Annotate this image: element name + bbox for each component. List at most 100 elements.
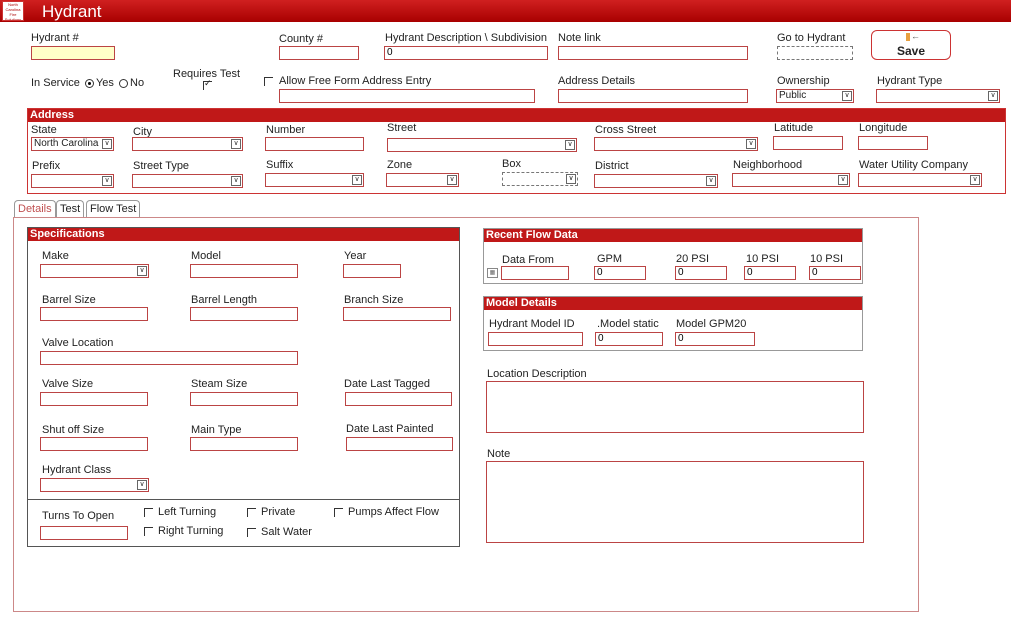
free-form-checkbox[interactable]: [264, 75, 278, 87]
yes-radio-label: Yes: [95, 77, 114, 89]
chevron-down-icon: ∨: [231, 139, 241, 149]
description-label: Hydrant Description \ Subdivision: [385, 32, 548, 44]
right-turning-checkbox[interactable]: Right Turning: [144, 525, 223, 537]
shut-off-size-input[interactable]: [40, 437, 148, 451]
date-last-tagged-input[interactable]: [345, 392, 452, 406]
barrel-length-label: Barrel Length: [191, 294, 258, 306]
yes-radio[interactable]: [84, 78, 94, 88]
water-utility-select[interactable]: ∨: [858, 173, 982, 187]
ownership-select[interactable]: Public ∨: [776, 89, 854, 103]
note-link-input[interactable]: [558, 46, 748, 60]
district-select[interactable]: ∨: [594, 174, 718, 188]
county-label: County #: [279, 33, 324, 45]
calendar-icon[interactable]: ▦: [487, 268, 498, 278]
date-last-tagged-label: Date Last Tagged: [344, 378, 431, 390]
chevron-down-icon: ∨: [838, 175, 848, 185]
in-service-label: In Service Yes No: [31, 77, 144, 89]
barrel-size-label: Barrel Size: [42, 294, 96, 306]
address-details-label: Address Details: [558, 75, 636, 87]
neighborhood-label: Neighborhood: [733, 159, 803, 171]
longitude-input[interactable]: [858, 136, 928, 150]
chevron-down-icon: ∨: [447, 175, 457, 185]
model-input[interactable]: [190, 264, 298, 278]
no-radio-label: No: [130, 77, 145, 89]
year-input[interactable]: [343, 264, 401, 278]
data-from-input[interactable]: [501, 266, 569, 280]
zone-select[interactable]: ∨: [386, 173, 459, 187]
private-checkbox[interactable]: Private: [247, 506, 295, 518]
cross-street-select[interactable]: ∨: [594, 137, 758, 151]
prefix-select[interactable]: ∨: [31, 174, 114, 188]
pumps-affect-flow-checkbox[interactable]: Pumps Affect Flow: [334, 506, 439, 518]
description-input[interactable]: 0: [384, 46, 548, 60]
neighborhood-select[interactable]: ∨: [732, 173, 850, 187]
model-gpm20-input[interactable]: 0: [675, 332, 755, 346]
longitude-label: Longitude: [859, 122, 908, 134]
county-input[interactable]: [279, 46, 359, 60]
prefix-label: Prefix: [32, 160, 61, 172]
date-last-painted-input[interactable]: [346, 437, 453, 451]
suffix-label: Suffix: [266, 159, 294, 171]
location-description-label: Location Description: [487, 368, 587, 380]
chevron-down-icon: ∨: [102, 176, 112, 186]
ownership-label: Ownership: [777, 75, 830, 87]
in-service-text: In Service: [31, 77, 80, 89]
valve-location-input[interactable]: [40, 351, 298, 365]
main-type-input[interactable]: [190, 437, 298, 451]
barrel-length-input[interactable]: [190, 307, 298, 321]
street-select[interactable]: ∨: [387, 138, 577, 152]
box-select[interactable]: ∨: [502, 172, 578, 186]
salt-water-label: Salt Water: [261, 526, 312, 538]
model-id-input[interactable]: [488, 332, 583, 346]
psi20-input[interactable]: 0: [675, 266, 727, 280]
number-input[interactable]: [265, 137, 364, 151]
psi10a-input[interactable]: 0: [744, 266, 796, 280]
district-label: District: [595, 160, 629, 172]
valve-size-input[interactable]: [40, 392, 148, 406]
no-radio[interactable]: [119, 78, 128, 88]
free-form-check-box[interactable]: [264, 76, 273, 86]
make-select[interactable]: ∨: [40, 264, 149, 278]
gpm-input[interactable]: 0: [594, 266, 646, 280]
location-description-textarea[interactable]: [486, 381, 864, 433]
go-to-hydrant-label: Go to Hydrant: [777, 32, 846, 44]
chevron-down-icon: ∨: [565, 140, 575, 150]
tab-flow-test[interactable]: Flow Test: [86, 200, 141, 217]
model-gpm20-label: Model GPM20: [676, 318, 747, 330]
model-static-input[interactable]: 0: [595, 332, 663, 346]
street-label: Street: [387, 122, 417, 134]
hydrant-class-select[interactable]: ∨: [40, 478, 149, 492]
water-utility-label: Water Utility Company: [859, 159, 969, 171]
model-label: Model: [191, 250, 221, 262]
city-select[interactable]: ∨: [132, 137, 243, 151]
hydrant-number-input[interactable]: [31, 46, 115, 60]
tab-details[interactable]: Details: [14, 200, 56, 217]
hydrant-type-select[interactable]: ∨: [876, 89, 1000, 103]
go-to-hydrant-select[interactable]: [777, 46, 853, 60]
free-form-input[interactable]: [279, 89, 535, 103]
left-turning-checkbox[interactable]: Left Turning: [144, 506, 216, 518]
tab-test[interactable]: Test: [56, 200, 85, 217]
chevron-down-icon: ∨: [352, 175, 362, 185]
address-details-input[interactable]: [558, 89, 748, 103]
make-label: Make: [42, 250, 69, 262]
street-type-select[interactable]: ∨: [132, 174, 243, 188]
state-select[interactable]: North Carolina ∨: [31, 137, 114, 151]
save-button[interactable]: ← Save: [871, 30, 951, 60]
note-textarea[interactable]: [486, 461, 864, 543]
latitude-input[interactable]: [773, 136, 843, 150]
note-link-label: Note link: [558, 32, 601, 44]
steam-size-input[interactable]: [190, 392, 298, 406]
barrel-size-input[interactable]: [40, 307, 148, 321]
salt-water-checkbox[interactable]: Salt Water: [247, 526, 312, 538]
requires-test-checkbox[interactable]: ✓: [203, 79, 217, 91]
suffix-select[interactable]: ∨: [265, 173, 364, 187]
psi10b-input[interactable]: 0: [809, 266, 861, 280]
psi20-label: 20 PSI: [676, 253, 710, 265]
turns-to-open-input[interactable]: [40, 526, 128, 540]
steam-size-label: Steam Size: [191, 378, 248, 390]
shut-off-size-label: Shut off Size: [42, 424, 105, 436]
valve-location-label: Valve Location: [42, 337, 114, 349]
branch-size-input[interactable]: [343, 307, 451, 321]
model-id-label: Hydrant Model ID: [489, 318, 575, 330]
